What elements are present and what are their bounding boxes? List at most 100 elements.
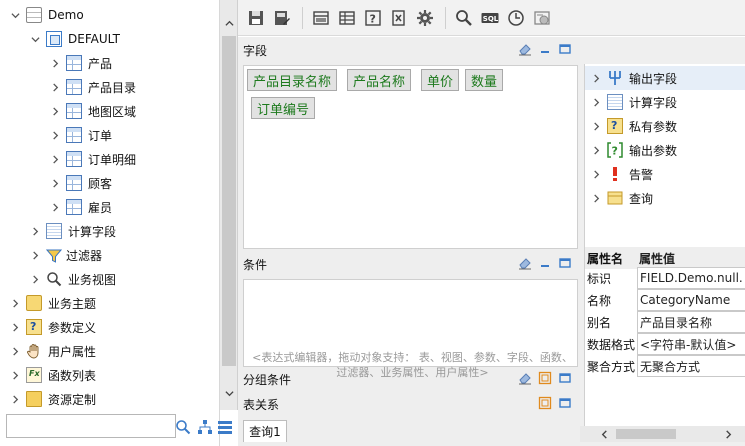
query-toolbar: ? SQL [238,0,745,36]
tree-item-table[interactable]: 地图区域 [0,99,220,123]
restore-icon[interactable] [538,396,552,410]
chevron-right-icon[interactable] [48,152,62,166]
chevron-right-icon[interactable] [48,176,62,190]
scroll-down-icon[interactable] [220,384,238,402]
chevron-right-icon[interactable] [48,128,62,142]
chevron-right-icon[interactable] [8,392,22,406]
output-item-label: 计算字段 [629,95,678,110]
property-value[interactable]: <字符串-默认值> [637,333,745,355]
tree-item-table[interactable]: 雇员 [0,195,220,219]
property-row: 聚合方式 无聚合方式 [585,355,745,377]
output-item-output-params[interactable]: ? 输出参数 [585,138,745,162]
chevron-right-icon[interactable] [589,95,603,109]
tree-item-resource-custom[interactable]: 资源定制 [0,387,220,411]
chevron-right-icon[interactable] [8,320,22,334]
tree-item-filters[interactable]: 过滤器 [0,243,220,267]
maximize-icon[interactable] [558,371,572,385]
chevron-right-icon[interactable] [28,272,42,286]
hierarchy-icon[interactable] [196,418,214,436]
clock-icon[interactable] [504,6,528,30]
tree-item-function-list[interactable]: 函数列表 [0,363,220,387]
tree-item-param-definition[interactable]: 参数定义 [0,315,220,339]
chevron-right-icon[interactable] [589,119,603,133]
chevron-right-icon[interactable] [589,191,603,205]
tree-item-demo[interactable]: Demo [0,3,220,27]
chevron-right-icon[interactable] [48,80,62,94]
chevron-right-icon[interactable] [8,344,22,358]
chevron-right-icon[interactable] [589,71,603,85]
output-param-icon: ? [607,142,623,158]
tree-item-business-views[interactable]: 业务视图 [0,267,220,291]
search-icon[interactable] [452,6,476,30]
tree-item-table[interactable]: 顾客 [0,171,220,195]
vertical-scrollbar[interactable] [220,0,238,410]
tree-item-default-schema[interactable]: DEFAULT [0,27,220,51]
field-chip[interactable]: 产品目录名称 [247,69,338,91]
chevron-right-icon[interactable] [589,143,603,157]
field-chip[interactable]: 订单编号 [251,97,316,119]
tree-item-table[interactable]: 产品目录 [0,75,220,99]
property-value[interactable]: CategoryName [637,289,745,311]
maximize-icon[interactable] [558,396,572,410]
property-value[interactable]: 产品目录名称 [637,311,745,333]
tab-query1[interactable]: 查询1 [243,420,287,442]
tree-item-calc-fields[interactable]: 计算字段 [0,219,220,243]
chevron-right-icon[interactable] [48,104,62,118]
horizontal-scrollbar[interactable] [580,426,745,442]
save-icon[interactable] [244,6,268,30]
tree-item-table[interactable]: 产品 [0,51,220,75]
property-value[interactable]: FIELD.Demo.null. [637,267,745,289]
scrollbar-thumb[interactable] [616,429,676,439]
output-item-calc-fields[interactable]: 计算字段 [585,90,745,114]
scroll-right-icon[interactable] [720,426,736,442]
layout-icon[interactable] [309,6,333,30]
save-as-icon[interactable] [270,6,294,30]
eraser-icon[interactable] [518,371,532,385]
chevron-right-icon[interactable] [28,248,42,262]
output-item-private-params[interactable]: 私有参数 [585,114,745,138]
eraser-icon[interactable] [518,42,532,56]
eraser-icon[interactable] [518,256,532,270]
scroll-left-icon[interactable] [596,426,612,442]
tree-search-input[interactable] [7,415,175,437]
chevron-down-icon[interactable] [8,8,22,22]
list-view-icon[interactable] [216,418,234,436]
output-item-alert[interactable]: 告警 [585,162,745,186]
restore-icon[interactable] [538,371,552,385]
output-item-query[interactable]: 查询 [585,186,745,210]
property-name: 别名 [587,315,612,330]
condition-expression-editor[interactable]: <表达式编辑器，拖动对象支持： 表、视图、参数、字段、函数、过滤器、业务属性、用… [243,279,578,379]
table-icon[interactable] [335,6,359,30]
cache-icon[interactable] [530,6,554,30]
scroll-up-icon[interactable] [220,14,238,32]
scrollbar-thumb[interactable] [222,36,236,366]
output-item-output-fields[interactable]: 输出字段 [585,66,745,90]
chevron-right-icon[interactable] [8,368,22,382]
chevron-down-icon[interactable] [28,32,42,46]
tree-item-table[interactable]: 订单明细 [0,147,220,171]
tree-search-box[interactable] [6,414,176,438]
tree-item-business-topic[interactable]: 业务主题 [0,291,220,315]
param-icon[interactable]: ? [361,6,385,30]
chevron-right-icon[interactable] [8,296,22,310]
chevron-right-icon[interactable] [48,200,62,214]
folder-icon [26,391,42,407]
property-value[interactable]: 无聚合方式 [637,355,745,377]
field-chip[interactable]: 产品名称 [347,69,412,91]
field-chip[interactable]: 数量 [465,69,504,91]
fields-drop-area[interactable]: 产品目录名称 产品名称 单价 数量 订单编号 [243,65,578,249]
maximize-icon[interactable] [558,256,572,270]
minimize-icon[interactable] [538,42,552,56]
field-chip[interactable]: 单价 [421,69,460,91]
chevron-right-icon[interactable] [589,167,603,181]
tree-item-user-attributes[interactable]: 用户属性 [0,339,220,363]
minimize-icon[interactable] [538,256,552,270]
maximize-icon[interactable] [558,42,572,56]
tree-item-table[interactable]: 订单 [0,123,220,147]
gear-icon[interactable] [413,6,437,30]
chevron-right-icon[interactable] [48,56,62,70]
chevron-right-icon[interactable] [28,224,42,238]
sql-icon[interactable]: SQL [478,6,502,30]
search-icon[interactable] [174,418,192,436]
export-icon[interactable] [387,6,411,30]
